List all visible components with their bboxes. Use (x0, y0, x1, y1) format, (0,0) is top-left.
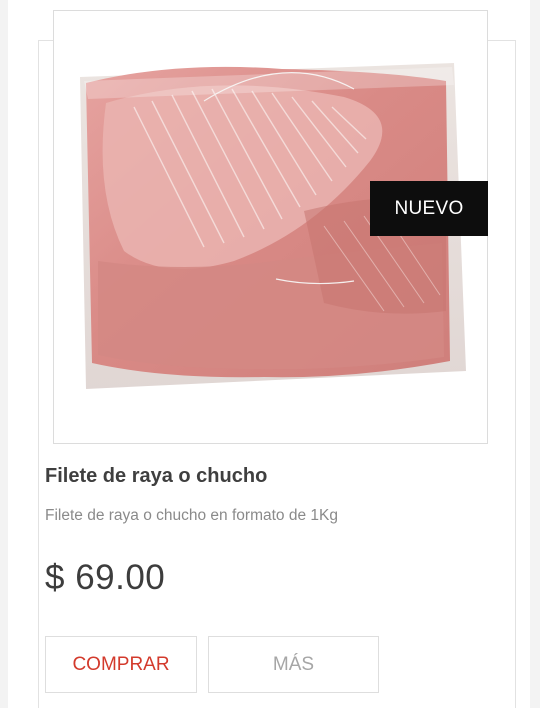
more-button[interactable]: MÁS (208, 636, 379, 693)
product-title[interactable]: Filete de raya o chucho (45, 465, 267, 488)
page: NUEVO Filete de raya o chucho Filete de … (0, 0, 540, 708)
product-description: Filete de raya o chucho en formato de 1K… (45, 507, 338, 524)
new-badge: NUEVO (370, 181, 488, 236)
buy-button[interactable]: COMPRAR (45, 636, 197, 693)
product-price: $ 69.00 (45, 558, 166, 597)
